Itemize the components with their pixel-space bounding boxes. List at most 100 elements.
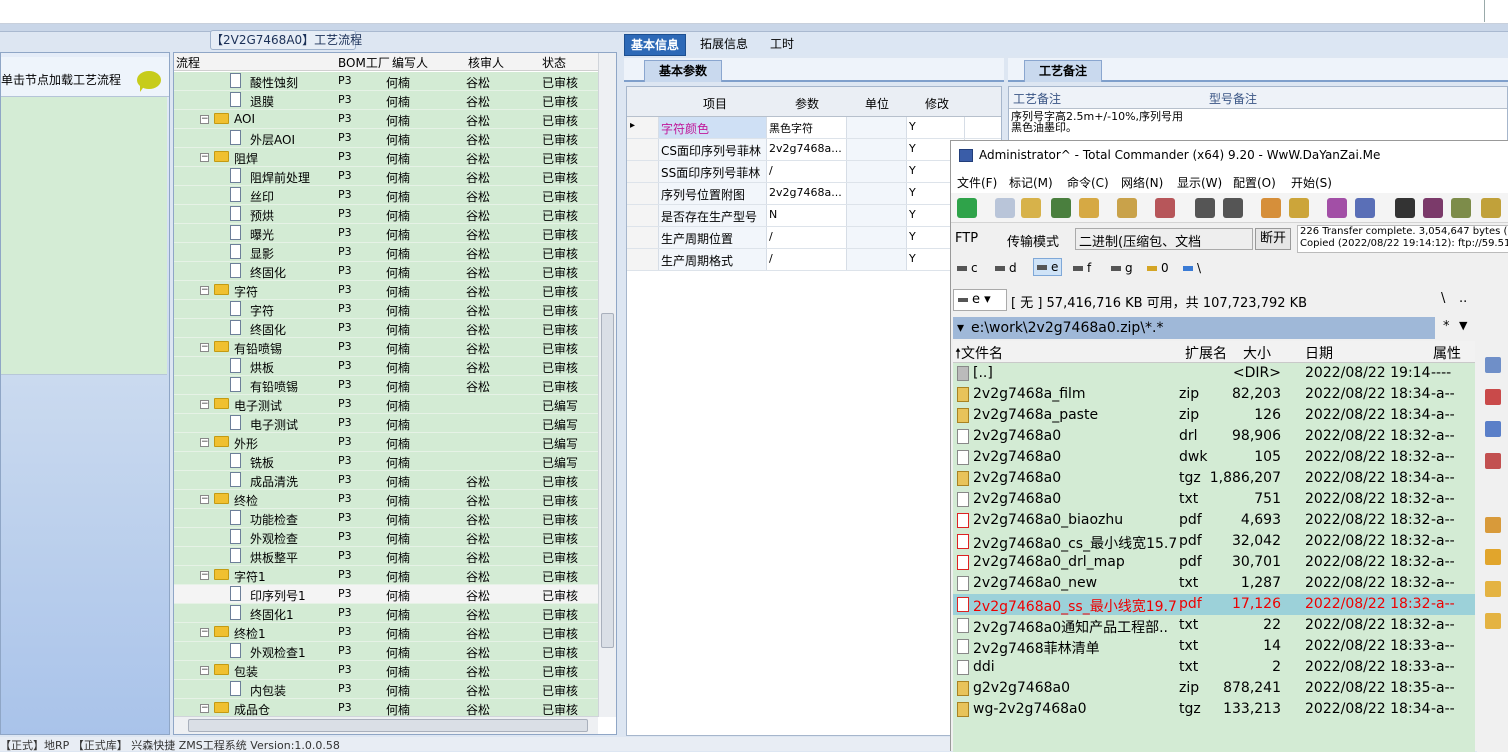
root-button[interactable]: \ [1441, 291, 1445, 306]
file-row[interactable]: g2v2g7468a0 zip 878,241 2022/08/22 18:35 -a-… [953, 678, 1475, 699]
load-hint-bar[interactable]: 单击节点加载工艺流程 [1, 57, 169, 97]
collapse-icon[interactable]: − [200, 571, 209, 580]
col-ext[interactable]: 扩展名 [1185, 343, 1227, 363]
col-size[interactable]: 大小 [1243, 343, 1271, 363]
tree-row[interactable]: 显影 P3 何楠 谷松 已审核 [174, 243, 598, 262]
tree-row[interactable]: − 字符 P3 何楠 谷松 已审核 [174, 281, 598, 300]
history-dropdown-icon[interactable]: ▼ [1459, 319, 1467, 332]
ftp-connect-icon[interactable] [1327, 198, 1347, 218]
tree-row[interactable]: 电子测试 P3 何楠 已编写 [174, 414, 598, 433]
tree-vertical-scrollbar[interactable] [598, 53, 616, 717]
edit-icon[interactable] [1485, 389, 1501, 405]
tab-basic-params[interactable]: 基本参数 [644, 60, 723, 82]
file-row[interactable]: 2v2g7468a0_drl_map pdf 30,701 2022/08/22 18… [953, 552, 1475, 573]
tree-row[interactable]: − 阻焊 P3 何楠 谷松 已审核 [174, 148, 598, 167]
menu-item[interactable]: 显示(W) [1177, 174, 1222, 191]
window-titlebar[interactable]: Administrator^ - Total Commander (x64) 9… [951, 141, 1508, 171]
tree-icon[interactable] [1079, 198, 1099, 218]
collapse-icon[interactable]: − [200, 115, 209, 124]
tree-row[interactable]: 退膜 P3 何楠 谷松 已审核 [174, 91, 598, 110]
tree-row[interactable]: 预烘 P3 何楠 谷松 已审核 [174, 205, 598, 224]
collapse-icon[interactable]: − [200, 286, 209, 295]
param-row[interactable]: SS面印序列号菲林 / Y [627, 161, 1001, 183]
url-connect-icon[interactable] [1355, 198, 1375, 218]
col-status[interactable]: 状态 [542, 54, 566, 71]
drive-select[interactable]: e ▾ [953, 289, 1007, 311]
col-unit[interactable]: 单位 [865, 95, 889, 112]
param-row[interactable]: 序列号位置附图 2v2g7468a... Y [627, 183, 1001, 205]
scroll-thumb-h[interactable] [188, 719, 588, 732]
drive-button[interactable]: c [957, 261, 978, 275]
menu-item[interactable]: 标记(M) [1009, 174, 1053, 191]
param-row[interactable]: 是否存在生产型号 N Y [627, 205, 1001, 227]
copy-icon[interactable] [1485, 421, 1501, 437]
tree-row[interactable]: − 终检 P3 何楠 谷松 已审核 [174, 490, 598, 509]
drive-button[interactable]: f [1073, 261, 1091, 275]
col-value[interactable]: 参数 [795, 95, 819, 112]
tab-extended-info[interactable]: 拓展信息 [694, 34, 754, 56]
param-row[interactable]: 生产周期位置 / Y [627, 227, 1001, 249]
tree-row[interactable]: 功能检查 P3 何楠 谷松 已审核 [174, 509, 598, 528]
tree-row[interactable]: 外层AOI P3 何楠 谷松 已审核 [174, 129, 598, 148]
view-icon[interactable] [1485, 357, 1501, 373]
col-model-note[interactable]: 型号备注 [1209, 90, 1257, 107]
file-row[interactable]: 2v2g7468菲林清单 txt 14 2022/08/22 18:33 -a-- [953, 636, 1475, 657]
current-path[interactable]: ▾ e:\work\2v2g7468a0.zip\*.* [953, 317, 1435, 339]
full-view-icon[interactable] [1021, 198, 1041, 218]
invert-selection-icon[interactable] [1117, 198, 1137, 218]
pack-icon[interactable] [1261, 198, 1281, 218]
file-row[interactable]: ddi txt 2 2022/08/22 18:33 -a-- [953, 657, 1475, 678]
brief-view-icon[interactable] [995, 198, 1015, 218]
tree-row[interactable]: 外观检查1 P3 何楠 谷松 已审核 [174, 642, 598, 661]
param-row[interactable]: 生产周期格式 / Y [627, 249, 1001, 271]
parent-button[interactable]: .. [1459, 291, 1467, 306]
tree-row[interactable]: − 电子测试 P3 何楠 已编写 [174, 395, 598, 414]
speech-bubble-icon[interactable] [137, 71, 161, 92]
file-row[interactable]: 2v2g7468a_film zip 82,203 2022/08/22 18:34-… [953, 384, 1475, 405]
tree-row[interactable]: − 终检1 P3 何楠 谷松 已审核 [174, 623, 598, 642]
tree-row[interactable]: − 包装 P3 何楠 谷松 已审核 [174, 661, 598, 680]
filter-star[interactable]: * [1443, 319, 1450, 334]
drive-button[interactable]: \ [1183, 261, 1201, 275]
sync-icon[interactable] [1451, 198, 1471, 218]
tree-row[interactable]: − 字符1 P3 何楠 谷松 已审核 [174, 566, 598, 585]
file-row[interactable]: wg-2v2g7468a0 tgz 133,213 2022/08/22 18:34-… [953, 699, 1475, 720]
file-row[interactable]: 2v2g7468a0_biaozhu pdf 4,693 2022/08/22 18:… [953, 510, 1475, 531]
folder-icon[interactable] [1485, 581, 1501, 597]
thumbnail-icon[interactable] [1051, 198, 1071, 218]
tree-row[interactable]: 有铅喷锡 P3 何楠 谷松 已审核 [174, 376, 598, 395]
move-icon[interactable] [1485, 453, 1501, 469]
tree-row[interactable]: 烘板整平 P3 何楠 谷松 已审核 [174, 547, 598, 566]
select-icon[interactable] [1155, 198, 1175, 218]
file-row[interactable]: 2v2g7468a0 tgz 1,886,207 2022/08/22 18:34 -a… [953, 468, 1475, 489]
file-row[interactable]: 2v2g7468a0通知产品工程部.. txt 22 2022/08/22 18:32… [953, 615, 1475, 636]
scroll-thumb[interactable] [601, 313, 614, 648]
drive-button[interactable]: e [1033, 258, 1063, 276]
collapse-icon[interactable]: − [200, 438, 209, 447]
new-folder-icon[interactable] [1485, 549, 1501, 565]
menu-item[interactable]: 网络(N) [1121, 174, 1163, 191]
col-modify[interactable]: 修改 [925, 95, 949, 112]
tree-row[interactable]: 终固化 P3 何楠 谷松 已审核 [174, 262, 598, 281]
collapse-icon[interactable]: − [200, 704, 209, 713]
tree-row[interactable]: 曝光 P3 何楠 谷松 已审核 [174, 224, 598, 243]
col-process-note[interactable]: 工艺备注 [1013, 90, 1061, 107]
col-writer[interactable]: 编写人 [392, 54, 428, 71]
refresh-icon[interactable] [957, 198, 977, 218]
menu-item[interactable]: 文件(F) [957, 174, 997, 191]
unpack-icon[interactable] [1289, 198, 1309, 218]
col-attr[interactable]: 属性 [1433, 343, 1461, 363]
tree-row[interactable]: 丝印 P3 何楠 谷松 已审核 [174, 186, 598, 205]
col-reviewer[interactable]: 核审人 [468, 54, 504, 71]
collapse-icon[interactable]: − [200, 343, 209, 352]
param-row[interactable]: CS面印序列号菲林 2v2g7468a... Y [627, 139, 1001, 161]
drive-button[interactable]: g [1111, 261, 1133, 275]
file-row[interactable]: 2v2g7468a0_new txt 1,287 2022/08/22 18:32 -a… [953, 573, 1475, 594]
process-note-text[interactable]: 序列号字高2.5m+/-10%,序列号用黑色油墨印。 [1011, 111, 1187, 133]
tree-row[interactable]: 铣板 P3 何楠 已编写 [174, 452, 598, 471]
file-row[interactable]: 2v2g7468a0_cs_最小线宽15.7.. pdf 32,042 2022/08… [953, 531, 1475, 552]
tab-process-notes[interactable]: 工艺备注 [1024, 60, 1103, 82]
tree-row[interactable]: 外观检查 P3 何楠 谷松 已审核 [174, 528, 598, 547]
col-item[interactable]: 项目 [703, 95, 727, 112]
collapse-icon[interactable]: − [200, 495, 209, 504]
